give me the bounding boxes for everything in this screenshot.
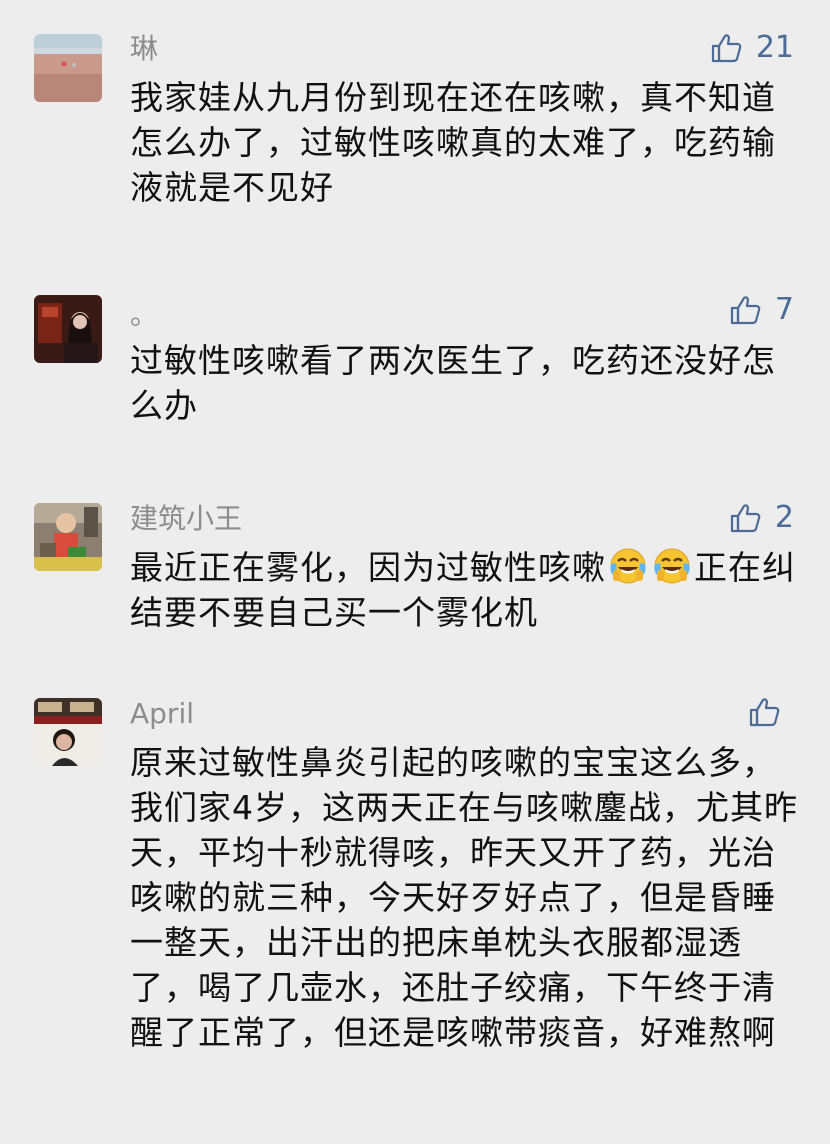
thumbs-up-icon <box>748 695 782 729</box>
thumbs-up-icon <box>710 31 744 65</box>
comment-username: 。 <box>130 298 159 331</box>
avatar-person-photo <box>34 295 102 363</box>
avatar-beach-photo <box>34 34 102 102</box>
comment-text: 我家娃从九月份到现在还在咳嗽，真不知道怎么办了，过敏性咳嗽真的太难了，吃药输液就… <box>130 78 776 207</box>
like-count: 7 <box>774 292 794 327</box>
like-count: 21 <box>755 30 794 65</box>
avatar-woman-photo <box>34 698 102 766</box>
avatar[interactable] <box>34 295 102 363</box>
avatar[interactable] <box>34 698 102 766</box>
like-count: 2 <box>774 500 794 535</box>
comment-text: 最近正在雾化，因为过敏性咳嗽 正在纠结要不要自己买一个雾化机 <box>130 545 800 635</box>
comment-username: 建筑小王 <box>130 502 243 535</box>
comment-text: 过敏性咳嗽看了两次医生了，吃药还没好怎么办 <box>130 341 776 425</box>
comment-text: 原来过敏性鼻炎引起的咳嗽的宝宝这么多，我们家4岁，这两天正在与咳嗽鏖战，尤其昨天… <box>130 743 798 1052</box>
comment-username: 琳 <box>130 32 159 65</box>
comment-text-part: 最近正在雾化，因为过敏性咳嗽 <box>130 548 606 587</box>
like-button[interactable]: 2 <box>729 498 794 538</box>
crying-laughing-emoji <box>652 546 692 586</box>
avatar[interactable] <box>34 503 102 571</box>
avatar-child-photo <box>34 503 102 571</box>
avatar[interactable] <box>34 34 102 102</box>
thumbs-up-icon <box>729 293 763 327</box>
crying-laughing-emoji <box>608 546 648 586</box>
like-button[interactable] <box>748 692 794 732</box>
like-button[interactable]: 21 <box>710 28 794 68</box>
thumbs-up-icon <box>729 501 763 535</box>
comment-username: April <box>130 697 194 730</box>
like-button[interactable]: 7 <box>729 290 794 330</box>
